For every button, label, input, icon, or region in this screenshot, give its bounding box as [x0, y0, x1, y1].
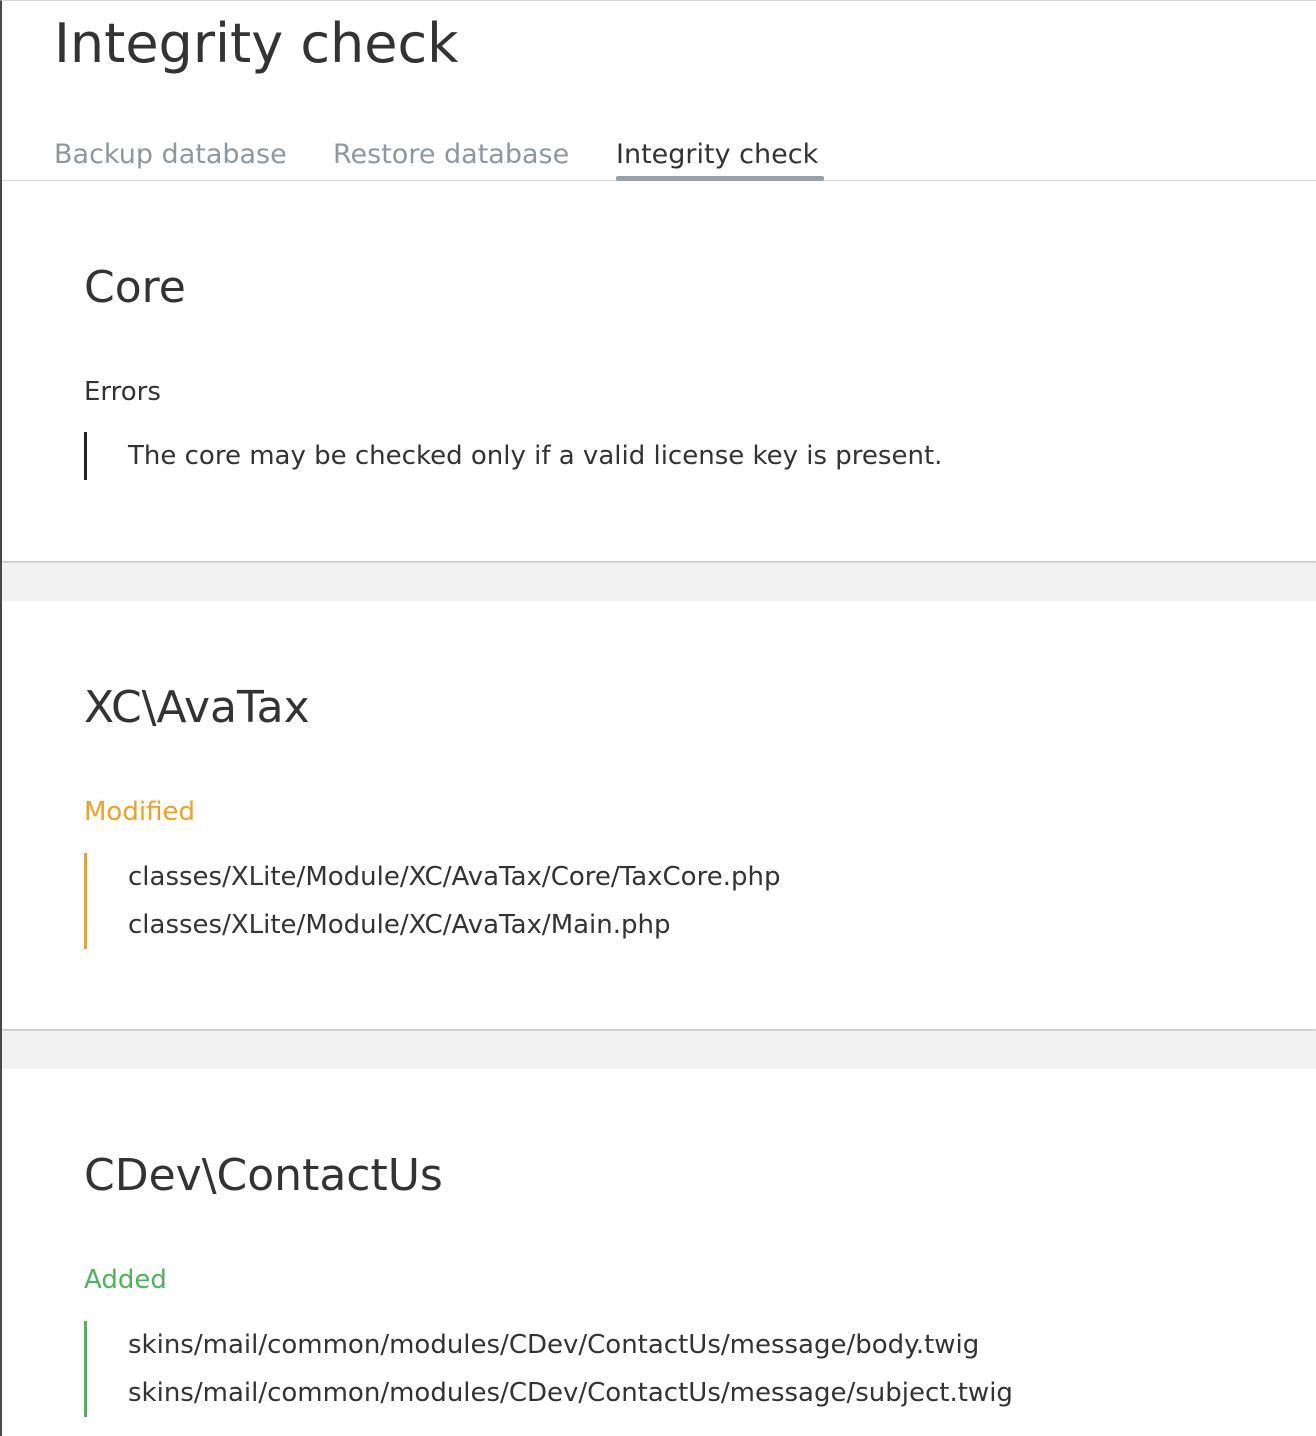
section-title: Core [84, 262, 186, 313]
tab-bar: Backup database Restore database Integri… [2, 135, 1316, 181]
list-item: skins/mail/common/modules/CDev/ContactUs… [128, 1330, 980, 1360]
modified-file-list: classes/XLite/Module/XC/AvaTax/Core/TaxC… [84, 853, 780, 949]
tab-integrity-check[interactable]: Integrity check [616, 135, 825, 181]
list-item: skins/mail/common/modules/CDev/ContactUs… [128, 1378, 1013, 1408]
status-label-modified: Modified [84, 797, 195, 827]
page-title: Integrity check [54, 12, 459, 75]
section-separator [2, 563, 1316, 601]
list-item: classes/XLite/Module/XC/AvaTax/Core/TaxC… [128, 862, 781, 892]
status-label-added: Added [84, 1265, 167, 1295]
section-cdev-contactus: CDev\ContactUs Added skins/mail/common/m… [2, 1069, 1316, 1436]
integrity-check-page: Integrity check Backup database Restore … [0, 0, 1316, 1436]
tab-backup-database[interactable]: Backup database [54, 135, 287, 181]
section-xc-avatax: XC\AvaTax Modified classes/XLite/Module/… [2, 601, 1316, 1030]
status-label-errors: Errors [84, 377, 161, 407]
error-list: The core may be checked only if a valid … [84, 432, 942, 480]
tab-restore-database[interactable]: Restore database [333, 135, 569, 181]
added-file-list: skins/mail/common/modules/CDev/ContactUs… [84, 1321, 1013, 1417]
section-title: XC\AvaTax [84, 682, 310, 733]
list-item: classes/XLite/Module/XC/AvaTax/Main.php [128, 910, 671, 940]
section-separator [2, 1031, 1316, 1069]
error-message: The core may be checked only if a valid … [128, 441, 943, 471]
section-title: CDev\ContactUs [84, 1150, 443, 1201]
section-core: Core Errors The core may be checked only… [2, 181, 1316, 562]
